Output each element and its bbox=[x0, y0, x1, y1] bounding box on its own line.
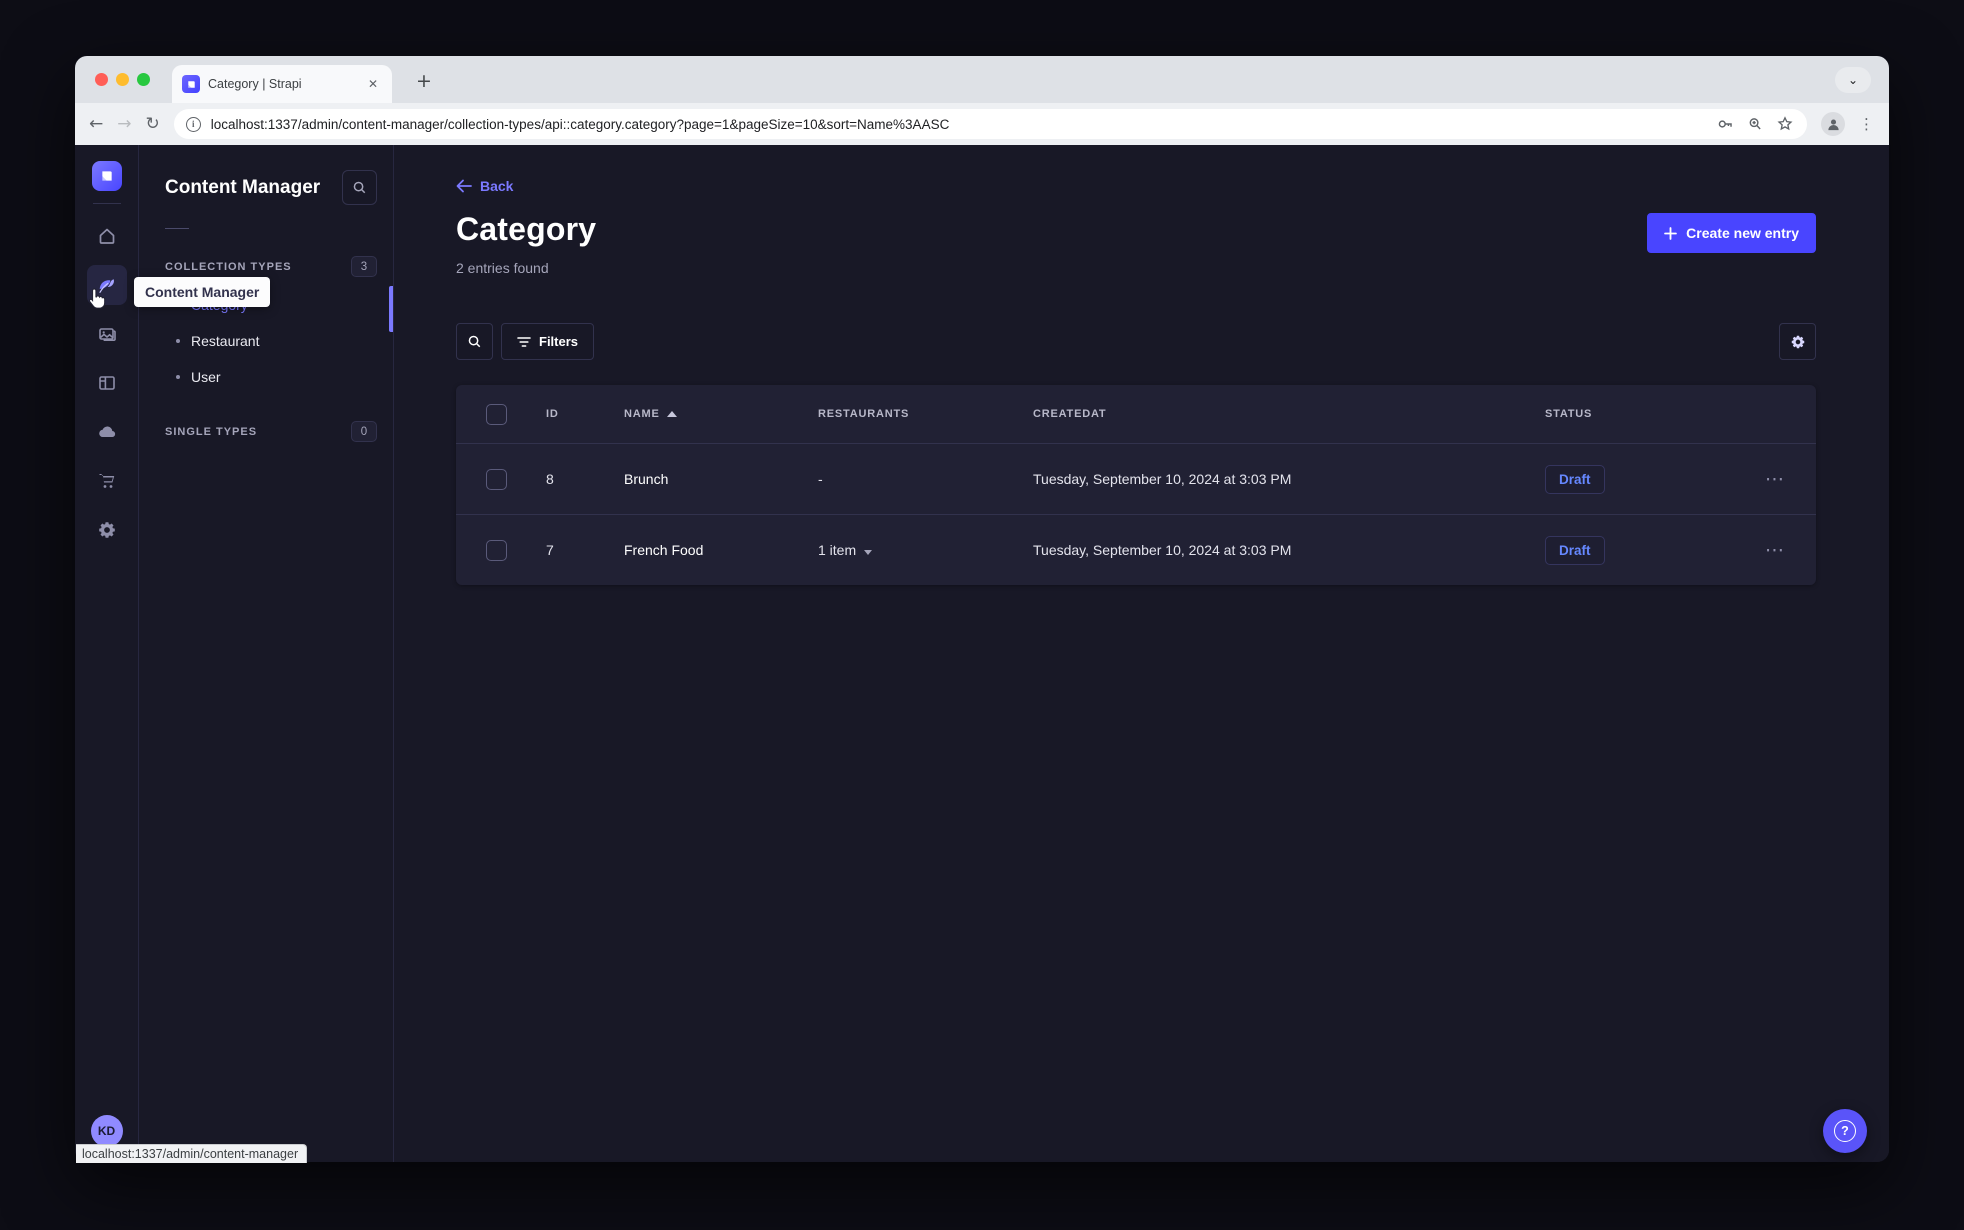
collection-types-section-header: COLLECTION TYPES 3 bbox=[165, 256, 377, 277]
arrow-left-icon bbox=[456, 179, 472, 193]
browser-menu-icon[interactable]: ⋮ bbox=[1859, 115, 1875, 133]
window-controls bbox=[95, 73, 150, 86]
browser-tab[interactable]: Category | Strapi ✕ bbox=[172, 65, 392, 103]
filters-button[interactable]: Filters bbox=[501, 323, 595, 360]
filters-label: Filters bbox=[539, 334, 579, 349]
nav-home-icon[interactable] bbox=[87, 216, 127, 256]
sidebar-item-label: Restaurant bbox=[191, 333, 260, 349]
site-info-icon[interactable]: i bbox=[185, 116, 201, 132]
rail-divider bbox=[92, 203, 121, 204]
browser-tab-strip: Category | Strapi ✕ + ⌄ bbox=[75, 56, 1889, 103]
sort-ascending-icon bbox=[666, 411, 677, 417]
nav-settings-icon[interactable] bbox=[87, 510, 127, 550]
sidebar-item-label: User bbox=[191, 369, 221, 385]
url-bar[interactable]: i localhost:1337/admin/content-manager/c… bbox=[173, 109, 1807, 139]
plus-icon bbox=[1664, 226, 1678, 240]
row-checkbox[interactable] bbox=[485, 468, 507, 490]
tab-search-chevron-icon[interactable]: ⌄ bbox=[1835, 67, 1871, 93]
subnav-title: Content Manager bbox=[165, 176, 321, 198]
bookmark-star-icon[interactable] bbox=[1775, 114, 1795, 134]
row-actions-menu-icon[interactable]: ⋯ bbox=[1724, 468, 1816, 490]
strapi-app: KD Content Manager COLLECTION TYPES 3 Ca… bbox=[75, 145, 1889, 1162]
cell-createdat: Tuesday, September 10, 2024 at 3:03 PM bbox=[1033, 471, 1292, 487]
back-link[interactable]: Back bbox=[456, 178, 513, 194]
entries-count: 2 entries found bbox=[456, 260, 549, 276]
table-row[interactable]: 8 Brunch - Tuesday, September 10, 2024 a… bbox=[456, 443, 1816, 514]
filter-icon bbox=[517, 336, 531, 347]
mouse-cursor-hand-icon bbox=[86, 287, 108, 311]
browser-toolbar: ← → ↻ i localhost:1337/admin/content-man… bbox=[75, 103, 1889, 145]
bullet-icon bbox=[176, 375, 180, 379]
cell-createdat: Tuesday, September 10, 2024 at 3:03 PM bbox=[1033, 542, 1292, 558]
strapi-favicon-icon bbox=[182, 75, 200, 93]
search-icon bbox=[468, 335, 481, 348]
nav-content-type-builder-icon[interactable] bbox=[87, 363, 127, 403]
nav-media-library-icon[interactable] bbox=[87, 314, 127, 354]
status-badge: Draft bbox=[1545, 464, 1605, 494]
bullet-icon bbox=[176, 339, 180, 343]
help-button[interactable]: ? bbox=[1823, 1109, 1867, 1153]
single-types-label: SINGLE TYPES bbox=[165, 425, 258, 438]
subnav-search-button[interactable] bbox=[342, 170, 377, 205]
select-all-checkbox[interactable] bbox=[485, 403, 507, 425]
reload-icon[interactable]: ↻ bbox=[146, 114, 160, 134]
maximize-window-button[interactable] bbox=[137, 73, 150, 86]
new-tab-button[interactable]: + bbox=[410, 70, 438, 93]
back-nav-icon[interactable]: ← bbox=[89, 114, 103, 134]
cell-name: French Food bbox=[624, 542, 704, 558]
cell-name: Brunch bbox=[624, 471, 669, 487]
user-avatar[interactable]: KD bbox=[90, 1115, 123, 1147]
column-header-id[interactable]: ID bbox=[536, 408, 614, 420]
row-actions-menu-icon[interactable]: ⋯ bbox=[1724, 539, 1816, 561]
sidebar-item-restaurant[interactable]: Restaurant bbox=[165, 323, 377, 359]
cell-restaurants: - bbox=[818, 471, 823, 487]
tab-title: Category | Strapi bbox=[208, 77, 302, 91]
page-title: Category bbox=[456, 211, 597, 247]
nav-marketplace-icon[interactable] bbox=[87, 461, 127, 501]
cell-id: 7 bbox=[546, 542, 554, 558]
strapi-logo-icon[interactable] bbox=[91, 161, 122, 191]
browser-profile-icon[interactable] bbox=[1821, 112, 1845, 136]
row-checkbox[interactable] bbox=[485, 539, 507, 561]
collection-types-label: COLLECTION TYPES bbox=[165, 260, 292, 273]
status-badge: Draft bbox=[1545, 535, 1605, 565]
single-types-section-header: SINGLE TYPES 0 bbox=[165, 421, 377, 442]
question-mark-icon: ? bbox=[1834, 1120, 1856, 1142]
chevron-down-icon bbox=[864, 550, 873, 555]
column-header-createdat[interactable]: CREATEDAT bbox=[1023, 408, 1535, 420]
single-types-count-badge: 0 bbox=[351, 421, 377, 442]
sidebar-item-user[interactable]: User bbox=[165, 359, 377, 395]
password-key-icon[interactable] bbox=[1715, 114, 1735, 134]
column-header-restaurants[interactable]: RESTAURANTS bbox=[808, 408, 1023, 420]
table-row[interactable]: 7 French Food 1 item Tuesday, September … bbox=[456, 514, 1816, 585]
create-new-entry-label: Create new entry bbox=[1686, 225, 1799, 241]
cell-id: 8 bbox=[546, 471, 554, 487]
tab-close-icon[interactable]: ✕ bbox=[364, 75, 382, 93]
main-content: Back Category Create new entry 2 entries… bbox=[394, 145, 1889, 1162]
gear-icon bbox=[1791, 335, 1804, 348]
table-header-row: ID NAME RESTAURANTS CREATEDAT STATUS bbox=[456, 385, 1816, 443]
content-manager-tooltip: Content Manager bbox=[134, 277, 271, 307]
subnav-divider bbox=[165, 228, 189, 229]
back-label: Back bbox=[480, 178, 514, 194]
table-search-button[interactable] bbox=[456, 323, 493, 360]
view-settings-button[interactable] bbox=[1779, 323, 1816, 360]
create-new-entry-button[interactable]: Create new entry bbox=[1647, 213, 1816, 253]
zoom-page-icon[interactable] bbox=[1745, 114, 1765, 134]
column-header-name[interactable]: NAME bbox=[614, 408, 808, 420]
forward-nav-icon[interactable]: → bbox=[117, 114, 131, 134]
subnav-scroll-indicator bbox=[389, 286, 393, 332]
browser-window: Category | Strapi ✕ + ⌄ ← → ↻ i localhos… bbox=[75, 56, 1889, 1162]
column-header-status[interactable]: STATUS bbox=[1535, 408, 1724, 420]
url-text[interactable]: localhost:1337/admin/content-manager/col… bbox=[211, 117, 1705, 132]
nav-cloud-icon[interactable] bbox=[87, 412, 127, 452]
link-preview-status-bar: localhost:1337/admin/content-manager bbox=[76, 1144, 308, 1163]
entries-table: ID NAME RESTAURANTS CREATEDAT STATUS 8 B… bbox=[456, 385, 1816, 585]
close-window-button[interactable] bbox=[95, 73, 108, 86]
collection-types-count-badge: 3 bbox=[351, 256, 377, 277]
minimize-window-button[interactable] bbox=[116, 73, 129, 86]
desktop: { "browser": { "tab_title": "Category | … bbox=[0, 0, 1964, 1230]
cell-restaurants[interactable]: 1 item bbox=[808, 542, 1023, 558]
